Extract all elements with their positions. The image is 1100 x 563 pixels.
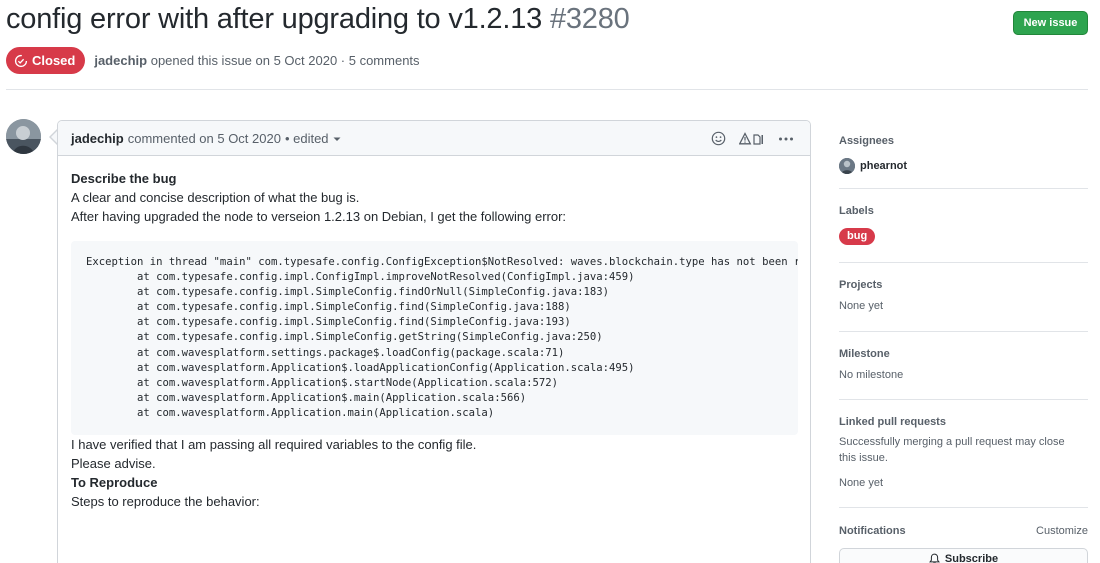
linked-prs-description: Successfully merging a pull request may … bbox=[839, 436, 1065, 464]
issue-title-text: config error with after upgrading to v1.… bbox=[6, 3, 543, 35]
sidebar-divider bbox=[839, 331, 1088, 332]
milestone-value: No milestone bbox=[839, 369, 904, 381]
comment-header: jadechip commented on 5 Oct 2020 • edite… bbox=[58, 121, 810, 156]
sidebar-divider bbox=[839, 507, 1088, 508]
comment-actions bbox=[711, 121, 794, 156]
bug-context: After having upgraded the node to versei… bbox=[71, 209, 567, 224]
header-divider bbox=[6, 89, 1088, 90]
linked-prs-section: Linked pull requests Successfully mergin… bbox=[839, 416, 1088, 491]
linked-prs-heading: Linked pull requests bbox=[839, 416, 946, 428]
milestone-section: Milestone No milestone bbox=[839, 348, 1088, 383]
reproduce-heading: To Reproduce bbox=[71, 475, 158, 491]
issue-author-link[interactable]: jadechip bbox=[94, 53, 147, 68]
status-label: Closed bbox=[32, 53, 76, 68]
error-code-block: Exception in thread "main" com.typesafe.… bbox=[71, 241, 798, 436]
subscribe-button[interactable]: Subscribe bbox=[839, 548, 1088, 563]
comment-meta: commented on 5 Oct 2020 bbox=[127, 130, 281, 146]
report-icon[interactable] bbox=[739, 131, 765, 146]
labels-section: Labels bug bbox=[839, 205, 1088, 245]
please-advise-text: Please advise. bbox=[71, 456, 156, 472]
issue-number: #3280 bbox=[549, 3, 630, 35]
opened-info: jadechip opened this issue on 5 Oct 2020… bbox=[94, 53, 419, 68]
subscribe-label: Subscribe bbox=[944, 553, 999, 563]
label-bug[interactable]: bug bbox=[839, 228, 876, 245]
opened-text: opened this issue on 5 Oct 2020 · 5 comm… bbox=[150, 53, 420, 68]
issue-title: config error with after upgrading to v1.… bbox=[6, 3, 630, 36]
verified-text: I have verified that I am passing all re… bbox=[71, 437, 477, 453]
assignees-section: Assignees phearnot bbox=[839, 135, 1088, 174]
bug-description: A clear and concise description of what … bbox=[71, 190, 360, 205]
bell-icon bbox=[928, 553, 940, 563]
edited-label: • edited bbox=[284, 130, 329, 146]
assignees-heading[interactable]: Assignees bbox=[839, 135, 1088, 147]
reproduce-steps: Steps to reproduce the behavior: bbox=[71, 494, 260, 510]
smiley-icon[interactable] bbox=[711, 131, 726, 146]
projects-heading[interactable]: Projects bbox=[839, 279, 1088, 291]
issue-meta: Closed jadechip opened this issue on 5 O… bbox=[6, 47, 420, 74]
kebab-menu-icon[interactable] bbox=[778, 132, 794, 146]
sidebar-divider bbox=[839, 262, 1088, 263]
projects-value: None yet bbox=[839, 300, 884, 312]
projects-section: Projects None yet bbox=[839, 279, 1088, 314]
labels-heading[interactable]: Labels bbox=[839, 205, 1088, 217]
assignee-name: phearnot bbox=[860, 160, 908, 172]
status-badge: Closed bbox=[6, 47, 86, 74]
issue-closed-icon bbox=[14, 54, 28, 68]
notifications-section: Notifications Customize bbox=[839, 525, 1088, 537]
comment-author-link[interactable]: jadechip bbox=[71, 131, 124, 146]
customize-link[interactable]: Customize bbox=[1036, 525, 1088, 537]
sidebar-divider bbox=[839, 188, 1088, 189]
avatar[interactable] bbox=[6, 119, 41, 154]
milestone-heading[interactable]: Milestone bbox=[839, 348, 1088, 360]
edited-dropdown[interactable]: • edited bbox=[285, 131, 341, 146]
assignee-item[interactable]: phearnot bbox=[839, 158, 1088, 174]
avatar bbox=[839, 158, 855, 174]
sidebar-divider bbox=[839, 399, 1088, 400]
linked-prs-value: None yet bbox=[839, 477, 884, 489]
comment-body: Describe the bug A clear and concise des… bbox=[58, 156, 810, 511]
chevron-down-icon bbox=[333, 131, 341, 146]
bug-heading: Describe the bug bbox=[71, 171, 177, 186]
comment-box: jadechip commented on 5 Oct 2020 • edite… bbox=[57, 120, 811, 563]
new-issue-button[interactable]: New issue bbox=[1013, 11, 1088, 35]
